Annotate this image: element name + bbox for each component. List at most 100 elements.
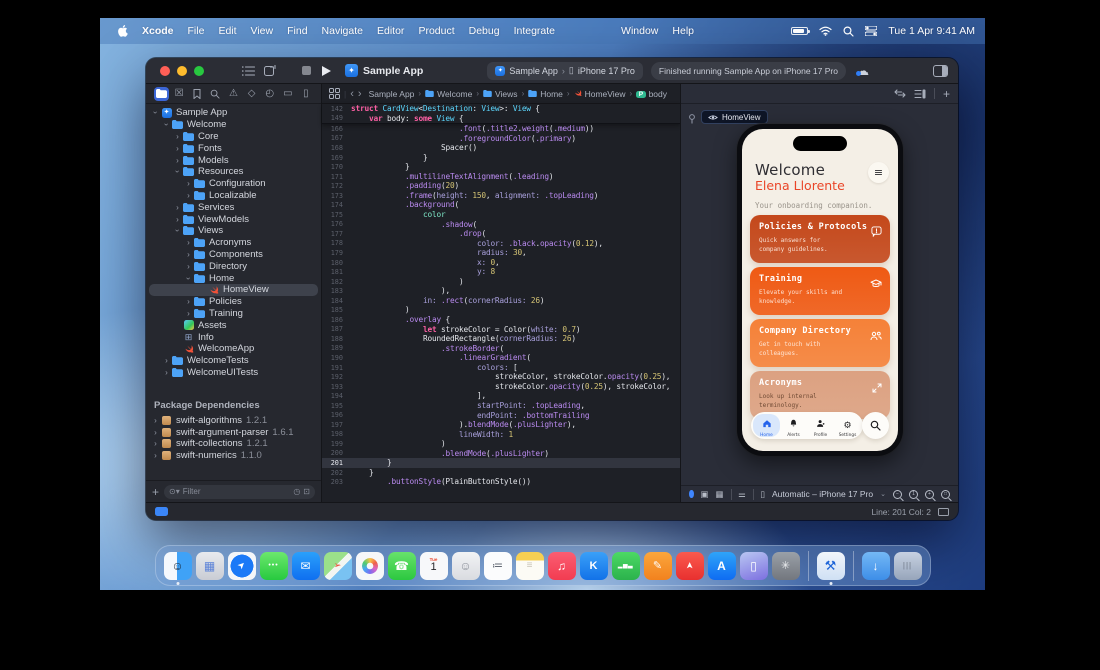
breadcrumb-item-body[interactable]: Pbody bbox=[636, 88, 667, 99]
disclosure-icon[interactable]: › bbox=[162, 368, 171, 377]
zoom-button[interactable] bbox=[194, 65, 204, 76]
pin-icon[interactable] bbox=[688, 114, 696, 126]
filter-field[interactable]: ⊙▾ Filter ◷ ⊡ bbox=[164, 484, 315, 499]
tree-item-resources[interactable]: › Resources bbox=[146, 166, 321, 178]
tree-item-training[interactable]: › Training bbox=[146, 308, 321, 320]
tree-item-services[interactable]: › Services bbox=[146, 201, 321, 213]
preview-tab[interactable]: HomeView bbox=[701, 110, 768, 124]
menu-view[interactable]: View bbox=[244, 25, 281, 37]
menu-edit[interactable]: Edit bbox=[211, 25, 243, 37]
package-item-swift-argument-parser[interactable]: › swift-argument-parser 1.6.1 bbox=[146, 426, 321, 438]
disclosure-icon[interactable]: › bbox=[162, 356, 171, 365]
code-editor[interactable]: | ‹ › Sample App › Welcome › Views › Home › Home… bbox=[322, 84, 680, 502]
editor-options-icon[interactable] bbox=[914, 89, 926, 99]
disclosure-icon[interactable]: › bbox=[184, 309, 193, 318]
dock-appstore-icon[interactable]: A bbox=[707, 551, 736, 580]
disclosure-icon[interactable]: › bbox=[173, 226, 182, 235]
dock-reminders-icon[interactable]: ≔ bbox=[483, 551, 512, 580]
tree-item-configuration[interactable]: › Configuration bbox=[146, 178, 321, 190]
disclosure-icon[interactable]: › bbox=[184, 191, 193, 200]
recent-filter-icon[interactable]: ◷ bbox=[293, 487, 300, 496]
source-code[interactable]: 142 struct CardView<Destination: View>: V… bbox=[322, 104, 680, 502]
stop-button[interactable] bbox=[302, 66, 311, 75]
cloud-status-icon[interactable]: ☁ bbox=[855, 63, 869, 79]
tree-item-welcometests[interactable]: › WelcomeTests bbox=[146, 355, 321, 367]
related-items-icon[interactable] bbox=[329, 88, 340, 99]
phone-search-button[interactable] bbox=[862, 412, 889, 439]
tree-item-acronyms[interactable]: › Acronyms bbox=[146, 237, 321, 249]
dock-pages-icon[interactable]: ✎ bbox=[643, 551, 672, 580]
back-button[interactable]: ‹ bbox=[350, 88, 354, 100]
navigator-tab-find[interactable] bbox=[208, 87, 223, 101]
zoom-in-icon[interactable]: + bbox=[925, 489, 934, 499]
zoom-100-icon[interactable]: 1 bbox=[909, 489, 918, 499]
dock-contacts-icon[interactable]: ☺ bbox=[451, 551, 480, 580]
tree-item-directory[interactable]: › Directory bbox=[146, 260, 321, 272]
disclosure-icon[interactable]: › bbox=[151, 451, 160, 460]
disclosure-icon[interactable]: › bbox=[184, 274, 193, 283]
disclosure-icon[interactable]: › bbox=[184, 297, 193, 306]
inspector-toggle-icon[interactable] bbox=[933, 64, 948, 77]
tree-item-home[interactable]: › Home bbox=[146, 272, 321, 284]
navigator-tab-project[interactable] bbox=[153, 86, 169, 101]
dock-xcode-icon[interactable]: ⚒ bbox=[816, 551, 845, 585]
dock-messages-icon[interactable]: ••• bbox=[259, 551, 288, 580]
disclosure-icon[interactable]: › bbox=[173, 167, 182, 176]
tree-item-welcome[interactable]: › Welcome bbox=[146, 119, 321, 131]
breadcrumb-item-welcome[interactable]: Welcome bbox=[425, 89, 472, 99]
disclosure-icon[interactable]: › bbox=[184, 179, 193, 188]
tab-profile[interactable]: Profile bbox=[807, 414, 834, 438]
tree-item-info[interactable]: ⊞ Info bbox=[146, 331, 321, 343]
home-card-company-directory[interactable]: Company Directory Get in touch with colle… bbox=[750, 319, 890, 367]
selectable-mode-icon[interactable]: ▣ bbox=[701, 489, 709, 500]
disclosure-icon[interactable]: › bbox=[151, 439, 160, 448]
navigator-tab-breakpoints[interactable]: ▭ bbox=[280, 87, 295, 101]
menu-navigate[interactable]: Navigate bbox=[315, 25, 370, 37]
code-review-icon[interactable] bbox=[894, 89, 906, 98]
dock-simulator-icon[interactable]: ▯ bbox=[739, 551, 768, 580]
preview-device-label[interactable]: Automatic – iPhone 17 Pro bbox=[772, 489, 873, 499]
add-editor-button[interactable]: + bbox=[943, 87, 950, 101]
tree-item-welcomeuitests[interactable]: › WelcomeUITests bbox=[146, 367, 321, 379]
tree-item-policies[interactable]: › Policies bbox=[146, 296, 321, 308]
disclosure-icon[interactable]: › bbox=[173, 203, 182, 212]
console-indicator-icon[interactable] bbox=[155, 507, 168, 516]
disclosure-icon[interactable]: › bbox=[162, 120, 171, 129]
variants-mode-icon[interactable]: ▦ bbox=[716, 489, 724, 500]
scm-filter-icon[interactable]: ⊡ bbox=[303, 487, 310, 496]
disclosure-icon[interactable]: › bbox=[184, 262, 193, 271]
menu-integrate[interactable]: Integrate bbox=[507, 25, 562, 37]
breadcrumb-item-home[interactable]: Home bbox=[528, 89, 563, 99]
dock-safari-icon[interactable]: ➤ bbox=[227, 551, 256, 580]
menu-product[interactable]: Product bbox=[411, 25, 461, 37]
dock-calendar-icon[interactable]: Tue 1 bbox=[419, 551, 448, 580]
home-card-policies-protocols[interactable]: Policies & Protocols Quick answers for co… bbox=[750, 215, 890, 263]
tab-home[interactable]: Home bbox=[753, 414, 780, 438]
breadcrumb-item-sample-app[interactable]: Sample App bbox=[366, 89, 415, 99]
disclosure-icon[interactable]: › bbox=[173, 132, 182, 141]
dock-keynote-icon[interactable]: K bbox=[579, 551, 608, 580]
package-item-swift-algorithms[interactable]: › swift-algorithms 1.2.1 bbox=[146, 414, 321, 426]
dock-launchpad-icon[interactable]: ▦ bbox=[195, 551, 224, 580]
navigator-toggle-icon[interactable] bbox=[242, 65, 255, 76]
scheme-selector[interactable]: ✦ Sample App › ▯ iPhone 17 Pro bbox=[487, 61, 643, 80]
package-item-swift-collections[interactable]: › swift-collections 1.2.1 bbox=[146, 438, 321, 450]
tree-item-assets[interactable]: Assets bbox=[146, 319, 321, 331]
navigator-tab-bookmarks[interactable] bbox=[190, 87, 205, 101]
disclosure-icon[interactable]: › bbox=[173, 144, 182, 153]
disclosure-icon[interactable]: › bbox=[184, 238, 193, 247]
minimize-button[interactable] bbox=[177, 65, 187, 76]
tree-item-sample-app[interactable]: › ✦ Sample App bbox=[146, 107, 321, 119]
device-settings-icon[interactable]: ⚌ bbox=[738, 489, 746, 500]
dock-music-icon[interactable]: ♫ bbox=[547, 551, 576, 580]
tree-item-localizable[interactable]: › Localizable bbox=[146, 190, 321, 202]
disclosure-icon[interactable]: › bbox=[173, 215, 182, 224]
add-editor-icon[interactable] bbox=[264, 65, 276, 76]
dock-rocket-icon[interactable]: ➤ bbox=[675, 551, 704, 580]
activity-status[interactable]: Finished running Sample App on iPhone 17… bbox=[650, 61, 846, 80]
dock-downloads-icon[interactable]: ↓ bbox=[861, 551, 890, 580]
disclosure-icon[interactable]: › bbox=[173, 156, 182, 165]
wifi-icon[interactable] bbox=[819, 26, 833, 36]
dock-numbers-icon[interactable]: ▂▅▃ bbox=[611, 551, 640, 580]
navigator-tab-reports[interactable]: ▯ bbox=[298, 87, 313, 101]
